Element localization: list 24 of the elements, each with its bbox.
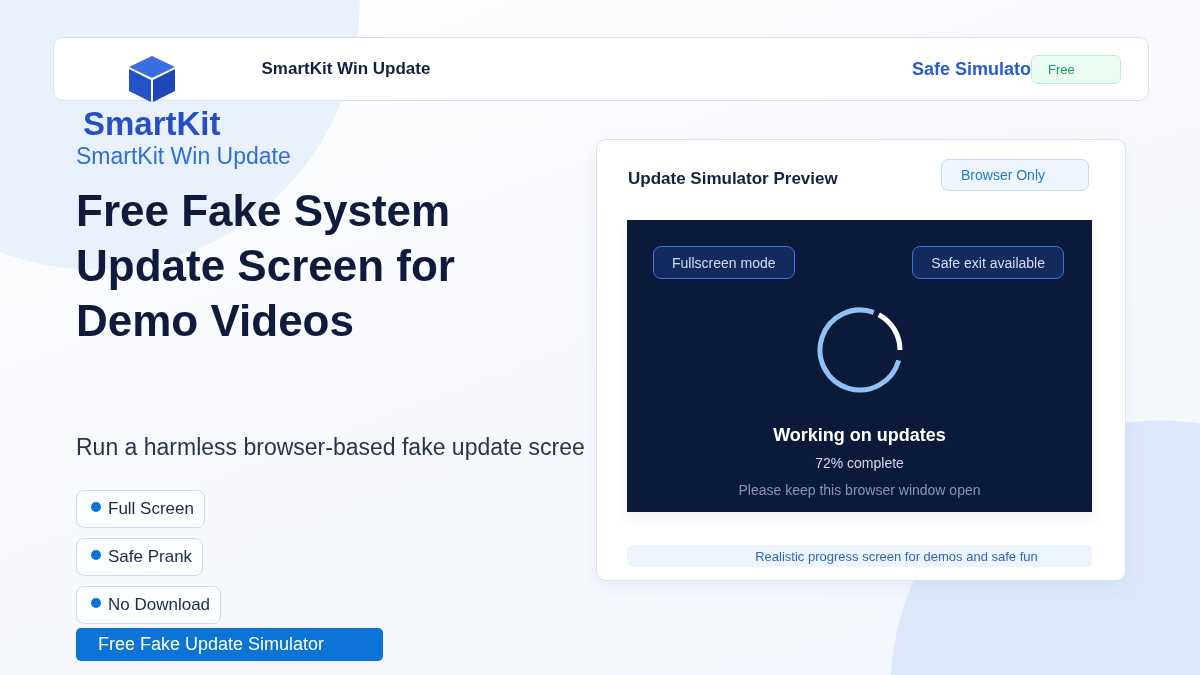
hero-subtitle: Run a harmless browser-based fake update scree [76, 434, 585, 460]
cube-icon [126, 55, 177, 103]
product-name: SmartKit Win Update [76, 143, 291, 169]
hero-headline: Free Fake System Update Screen for Demo Videos [76, 185, 456, 347]
hint-text: Please keep this browser window open [738, 482, 981, 498]
price-badge: Free [1031, 54, 1121, 84]
feature-pill: Fullscreen mode [653, 246, 795, 279]
header-title: SmartKit Win Update [261, 59, 431, 79]
feature-label: Full Screen [108, 499, 194, 519]
brand-logo-text: SmartKit [83, 107, 221, 141]
spinner-icon [814, 305, 905, 395]
bullet-dot-icon [91, 597, 101, 608]
tagline-text: Safe Simulato [911, 58, 1031, 80]
caption-bar: Realistic progress screen for demos and safe fun [627, 545, 1092, 567]
bullet-dot-icon [91, 549, 101, 560]
cta-button[interactable]: Free Fake Update Simulator [76, 628, 383, 661]
status-heading: Working on updates [773, 425, 946, 446]
feature-pill: Safe exit available [912, 246, 1064, 279]
feature-label: Safe Prank [108, 547, 193, 567]
bullet-dot-icon [91, 501, 101, 512]
platform-badge: Browser Only [941, 158, 1089, 191]
feature-label: No Download [108, 595, 211, 615]
card-title: Update Simulator Preview [628, 169, 838, 189]
progress-text: 72% complete [815, 455, 904, 471]
